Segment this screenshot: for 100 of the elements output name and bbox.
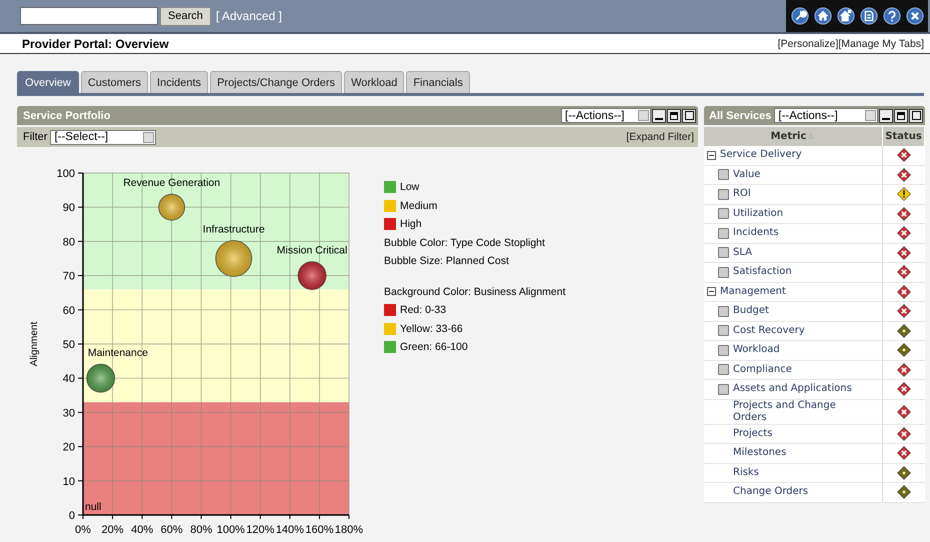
filter-dropdown[interactable]: [--Select--]	[50, 130, 156, 144]
bubble[interactable]	[298, 261, 326, 290]
legend-label: Green: 66-100	[400, 341, 468, 354]
x-tick-label: 80%	[190, 524, 212, 536]
x-tick-label: 0%	[75, 524, 91, 536]
metric-name[interactable]: Projects	[733, 428, 772, 440]
item-icon	[718, 169, 729, 180]
page-icon[interactable]	[860, 7, 878, 25]
x-tick-label: 120%	[246, 524, 274, 536]
collapse-icon[interactable]	[707, 150, 716, 160]
legend-label: Red: 0-33	[400, 304, 446, 316]
filter-label: Filter	[23, 131, 48, 143]
metric-name[interactable]: ROI	[733, 188, 751, 200]
metric-name[interactable]: Management	[720, 286, 786, 298]
advanced-link[interactable]: [ Advanced ]	[216, 9, 282, 23]
metric-name[interactable]: Cost Recovery	[733, 324, 805, 337]
metric-name[interactable]: Utilization	[733, 208, 784, 220]
y-axis-label: Alignment	[29, 322, 40, 366]
bubble[interactable]	[215, 240, 252, 277]
x-tick-label: 180%	[334, 524, 364, 536]
maximize-icon[interactable]	[909, 108, 923, 122]
y-tick-label: 30	[62, 407, 75, 420]
actions-dropdown[interactable]: [--Actions--]	[774, 108, 878, 123]
minimize-icon[interactable]	[879, 108, 894, 122]
metric-name[interactable]: Milestones	[733, 447, 786, 460]
y-tick-label: 20	[62, 442, 75, 454]
metric-name[interactable]: Workload	[733, 344, 780, 356]
legend-note: Bubble Color: Type Code Stoplight	[384, 236, 546, 251]
column-header[interactable]: Status	[882, 127, 924, 146]
home-icon[interactable]	[814, 7, 832, 25]
tab[interactable]: Customers	[80, 71, 148, 93]
y-tick-label: 80	[62, 236, 75, 248]
bubble-label: Maintenance	[88, 347, 148, 360]
metric-name[interactable]: Compliance	[733, 364, 792, 376]
metric-name[interactable]: Change Orders	[733, 486, 808, 498]
tab[interactable]: Incidents	[150, 71, 208, 93]
y-tick-label: 0	[68, 510, 75, 522]
help-icon[interactable]	[882, 7, 900, 25]
metric-name[interactable]: Budget	[733, 305, 769, 318]
metric-name[interactable]: Projects and Change Orders	[733, 400, 863, 424]
x-tick-label: 160%	[305, 524, 334, 536]
item-icon	[718, 384, 729, 395]
tab[interactable]: Projects/Change Orders	[210, 71, 342, 93]
close-icon[interactable]	[906, 7, 924, 25]
tab[interactable]: Overview	[17, 71, 79, 93]
bubble-label: Mission Critical	[276, 244, 348, 257]
y-tick-label: 40	[62, 373, 75, 386]
metric-name[interactable]: Value	[733, 168, 760, 181]
item-icon	[718, 266, 729, 278]
maximize-icon[interactable]	[682, 108, 696, 122]
panel-title: Service Portfolio	[23, 110, 110, 122]
x-tick-label: 100%	[216, 524, 245, 536]
item-icon	[718, 228, 729, 239]
minimize-icon[interactable]	[652, 108, 666, 122]
restore-icon[interactable]	[894, 108, 908, 122]
legend-note: Bubble Size: Planned Cost	[384, 254, 510, 270]
x-tick-label: 60%	[160, 524, 183, 536]
collapse-icon[interactable]	[707, 287, 716, 296]
tab[interactable]: Workload	[344, 71, 404, 93]
y-tick-label: 100	[56, 168, 75, 180]
item-icon	[718, 306, 729, 317]
x-tick-label: 140%	[276, 524, 304, 536]
metric-name[interactable]: SLA	[733, 246, 752, 259]
metric-name[interactable]: Assets and Applications	[733, 383, 852, 396]
actions-dropdown[interactable]: [--Actions--]	[561, 108, 651, 123]
y-tick-label: 50	[62, 339, 75, 351]
legend-title: Background Color: Business Alignment	[384, 284, 566, 300]
metric-name[interactable]: Risks	[733, 466, 759, 479]
y-tick-label: 90	[62, 202, 75, 214]
metric-name[interactable]: Incidents	[733, 227, 779, 240]
y-tick-label: 60	[62, 304, 75, 317]
bubble[interactable]	[158, 194, 186, 221]
x-tick-label: 20%	[102, 524, 124, 536]
house-icon[interactable]	[836, 7, 854, 25]
panel-title: All Services	[709, 110, 772, 122]
metric-name[interactable]: Satisfaction	[733, 266, 792, 278]
expand-filter-link[interactable]: [Expand Filter]	[626, 131, 694, 143]
bubble[interactable]	[86, 364, 116, 393]
metric-name[interactable]: Service Delivery	[720, 149, 802, 162]
header-link[interactable]: [Personalize]	[778, 38, 838, 50]
legend-label: High	[400, 218, 422, 230]
item-icon	[718, 208, 729, 220]
y-tick-label: 70	[62, 270, 75, 283]
item-icon	[718, 247, 729, 258]
legend-label: Low	[400, 181, 420, 194]
item-icon	[718, 325, 729, 336]
header-link[interactable]: [Manage My Tabs]	[838, 38, 924, 50]
search-field[interactable]	[20, 7, 158, 25]
item-icon	[718, 344, 729, 356]
column-header[interactable]: Metric	[704, 127, 882, 146]
legend-label: Yellow: 33-66	[400, 322, 463, 335]
item-icon	[718, 364, 729, 376]
tab[interactable]: Financials	[406, 71, 470, 93]
page-title: Provider Portal: Overview	[22, 36, 169, 50]
bubble-label: Infrastructure	[202, 224, 265, 236]
search-button[interactable]: Search	[160, 6, 211, 26]
bubble-label: Revenue Generation	[123, 177, 220, 190]
item-icon	[718, 188, 729, 200]
x-tick-label: 40%	[131, 524, 154, 536]
restore-icon[interactable]	[667, 108, 681, 122]
